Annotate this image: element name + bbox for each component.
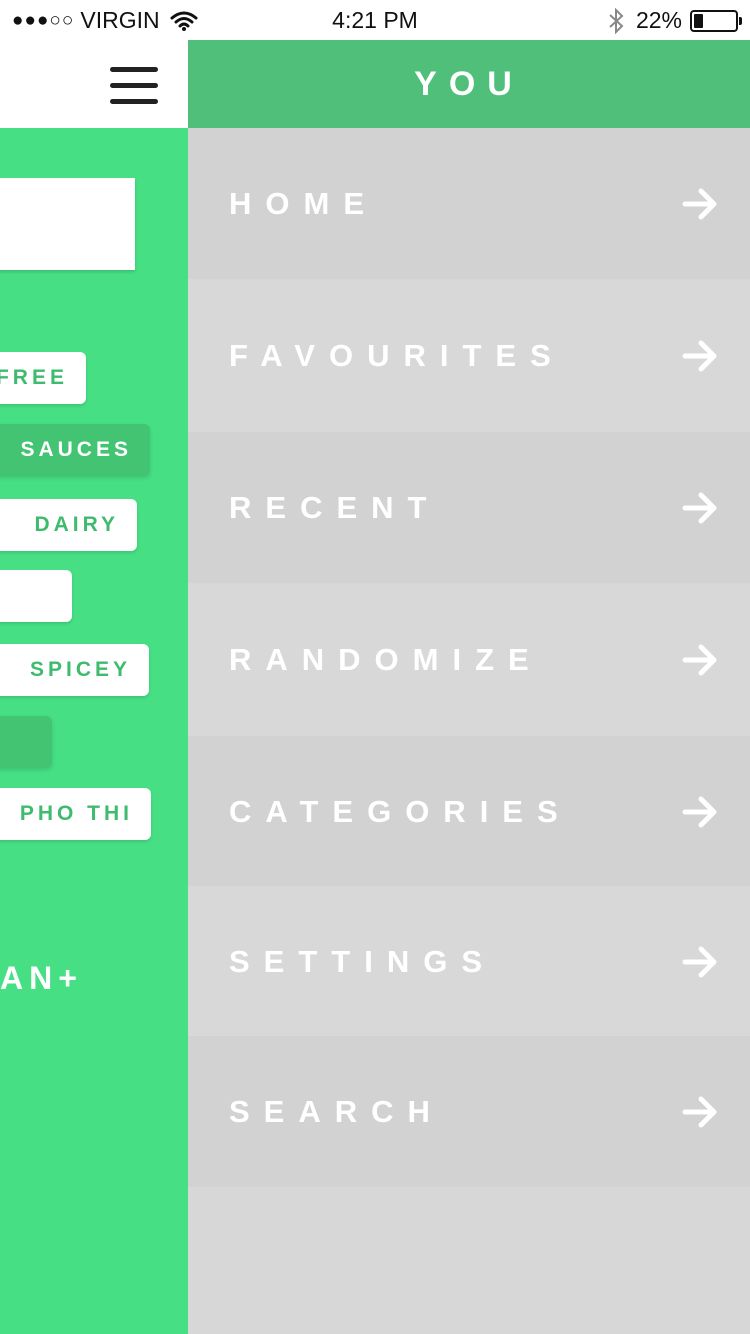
menu-item-randomize[interactable]: RANDOMIZE bbox=[188, 584, 750, 735]
bluetooth-icon bbox=[609, 7, 624, 34]
main-content: FREE SAUCES DAIRY SPICEY PHO THI AN+ bbox=[0, 128, 188, 1334]
arrow-right-icon bbox=[682, 340, 717, 372]
plan-label: AN+ bbox=[0, 960, 83, 996]
menu-item-label: SETTINGS bbox=[229, 944, 497, 979]
status-bar: ●●●○○ VIRGIN 4:21 PM 22% bbox=[0, 0, 750, 40]
tag-pho-thi[interactable]: PHO THI bbox=[0, 788, 151, 840]
menu-item-recent[interactable]: RECENT bbox=[188, 432, 750, 583]
tag-sauces[interactable]: SAUCES bbox=[0, 424, 150, 476]
battery-percent: 22% bbox=[635, 7, 682, 33]
arrow-right-icon bbox=[682, 1096, 717, 1128]
menu-item-label: FAVOURITES bbox=[229, 338, 565, 373]
menu-item-search[interactable]: SEARCH bbox=[188, 1036, 750, 1187]
menu-item-label: HOME bbox=[229, 186, 378, 221]
tag-blank[interactable] bbox=[0, 570, 72, 622]
arrow-right-icon bbox=[682, 644, 717, 676]
drawer-title: YOU bbox=[188, 40, 750, 128]
menu-item-home[interactable]: HOME bbox=[188, 128, 750, 279]
menu-item-label: SEARCH bbox=[229, 1094, 444, 1129]
tag-selected-blank[interactable] bbox=[0, 716, 52, 768]
arrow-right-icon bbox=[682, 188, 717, 220]
main-header bbox=[0, 40, 188, 128]
menu-item-label: CATEGORIES bbox=[229, 794, 572, 829]
menu-item-favourites[interactable]: FAVOURITES bbox=[188, 280, 750, 431]
tag-free[interactable]: FREE bbox=[0, 352, 86, 404]
menu-item-settings[interactable]: SETTINGS bbox=[188, 886, 750, 1037]
menu-item-label: RANDOMIZE bbox=[229, 642, 543, 677]
arrow-right-icon bbox=[682, 492, 717, 524]
battery-icon bbox=[690, 9, 742, 32]
menu-item-label: RECENT bbox=[229, 490, 441, 525]
menu-item-categories[interactable]: CATEGORIES bbox=[188, 736, 750, 887]
arrow-right-icon bbox=[682, 796, 717, 828]
search-field[interactable] bbox=[0, 178, 135, 270]
hamburger-icon[interactable] bbox=[110, 67, 158, 105]
side-drawer: YOU HOME FAVOURITES RECENT RANDOMIZE CAT… bbox=[188, 40, 750, 1334]
tag-dairy[interactable]: DAIRY bbox=[0, 499, 137, 551]
tag-spicey[interactable]: SPICEY bbox=[0, 644, 149, 696]
arrow-right-icon bbox=[682, 946, 717, 978]
status-right: 22% bbox=[608, 7, 742, 34]
